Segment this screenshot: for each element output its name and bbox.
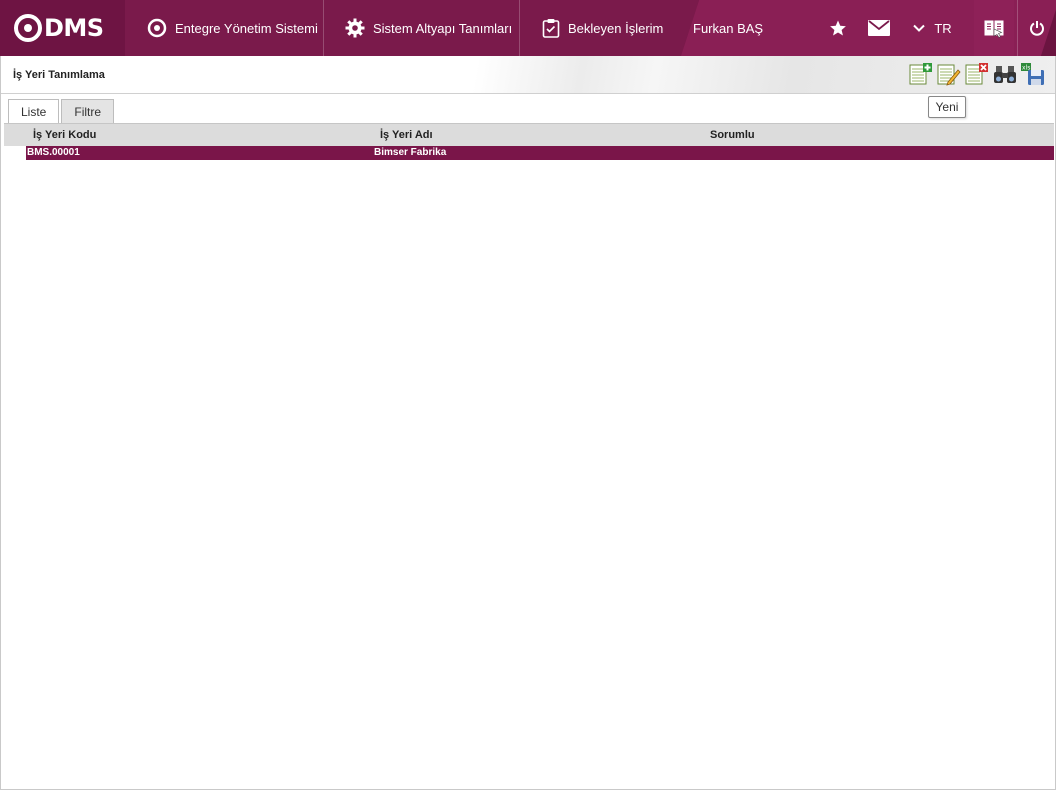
nav-entegre-yonetim-sistemi[interactable]: Entegre Yönetim Sistemi [147, 0, 318, 56]
tab-filtre[interactable]: Filtre [61, 99, 115, 123]
page-header: İş Yeri Tanımlama xls [1, 56, 1055, 94]
qdms-circle-icon [147, 18, 167, 38]
cell-code: BMS.00001 [27, 147, 80, 158]
tab-liste[interactable]: Liste [8, 99, 60, 124]
nav-label: Entegre Yönetim Sistemi [175, 20, 318, 36]
page-title: İş Yeri Tanımlama [13, 69, 105, 81]
mail-icon[interactable] [866, 0, 892, 56]
edit-record-icon[interactable] [937, 62, 961, 86]
export-excel-icon[interactable]: xls [1021, 62, 1045, 86]
nav-label: Sistem Altyapı Tanımları [373, 20, 513, 36]
cell-name: Bimser Fabrika [374, 147, 447, 158]
delete-record-icon[interactable] [965, 62, 989, 86]
nav-sistem-altyapi-tanimlari[interactable]: Sistem Altyapı Tanımları [345, 0, 512, 56]
qdms-logo[interactable]: DMS [14, 13, 104, 43]
table-row[interactable]: BMS.00001 Bimser Fabrika [26, 146, 1054, 160]
clipboard-icon [542, 18, 560, 38]
data-grid: İş Yeri Kodu İş Yeri Adı Sorumlu BMS.000… [4, 123, 1054, 160]
column-header-sorumlu[interactable]: Sorumlu [710, 129, 755, 141]
main-content: İş Yeri Tanımlama xls [0, 56, 1056, 790]
nav-divider [323, 0, 324, 56]
language-selector[interactable]: TR [930, 0, 956, 56]
nav-divider [519, 0, 520, 56]
language-label: TR [934, 20, 952, 36]
tab-strip: Liste Filtre [8, 99, 115, 124]
gear-icon [345, 18, 365, 38]
new-record-icon[interactable] [909, 62, 933, 86]
nav-label: Bekleyen İşlerim [568, 20, 664, 36]
logo-text: DMS [44, 14, 104, 42]
star-icon[interactable] [826, 0, 850, 56]
toolbar: xls [909, 62, 1045, 86]
qdms-logo-icon [14, 14, 42, 42]
user-name[interactable]: Furkan BAŞ [693, 0, 763, 56]
column-header-is-yeri-adi[interactable]: İş Yeri Adı [380, 129, 433, 141]
search-binoculars-icon[interactable] [993, 62, 1017, 86]
tooltip-new: Yeni [928, 96, 966, 118]
column-header-is-yeri-kodu[interactable]: İş Yeri Kodu [33, 129, 96, 141]
grid-header: İş Yeri Kodu İş Yeri Adı Sorumlu [4, 123, 1054, 146]
user-name-label: Furkan BAŞ [693, 20, 764, 36]
nav-bekleyen-islerim[interactable]: Bekleyen İşlerim [542, 0, 663, 56]
power-icon[interactable] [1018, 0, 1056, 56]
top-navigation-bar: DMS Entegre Yönetim Sistemi Sistem Altya… [0, 0, 1056, 56]
chevron-down-icon[interactable] [910, 0, 928, 56]
book-icon[interactable] [974, 0, 1014, 56]
